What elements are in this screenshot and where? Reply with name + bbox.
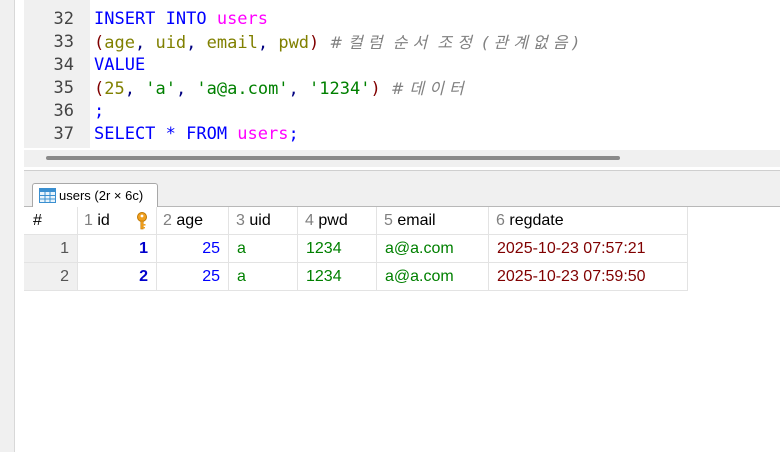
cell-pwd[interactable]: 1234	[298, 235, 377, 263]
code-token: uid	[155, 33, 187, 53]
column-header-pwd[interactable]: 4 pwd	[298, 207, 377, 235]
code-token: 'a@a.com'	[196, 79, 289, 99]
line-number: 32	[53, 9, 74, 29]
code-token: email	[206, 33, 258, 53]
code-token: SELECT * FROM	[94, 124, 238, 144]
column-header-age[interactable]: 2 age	[157, 207, 229, 235]
code-token: ,	[175, 79, 197, 99]
column-header-email[interactable]: 5 email	[377, 207, 489, 235]
cell-email[interactable]: a@a.com	[377, 235, 489, 263]
code-line[interactable]: 35 (25, 'a', 'a@a.com', '1234') # 데 이 터	[24, 77, 780, 100]
cell-id[interactable]: 2	[78, 263, 157, 291]
cell-regdate[interactable]: 2025-10-23 07:59:50	[489, 263, 688, 291]
cell-uid[interactable]: a	[229, 263, 298, 291]
line-number: 37	[53, 124, 74, 144]
column-header-regdate[interactable]: 6 regdate	[489, 207, 688, 235]
code-token: age	[104, 33, 135, 53]
sql-editor[interactable]: 32 INSERT INTO users 33 (age, uid, email, p…	[24, 0, 780, 148]
cell-age[interactable]: 25	[157, 235, 229, 263]
table-grid-icon	[39, 188, 56, 203]
code-token: ,	[257, 33, 279, 53]
code-token: VALUE	[94, 55, 146, 75]
cell-pwd[interactable]: 1234	[298, 263, 377, 291]
code-token: '1234'	[309, 79, 371, 99]
code-token: ,	[134, 33, 156, 53]
cell-age[interactable]: 25	[157, 263, 229, 291]
code-line[interactable]: 33 (age, uid, email, pwd) # 컬 럼 순 서 조 정 (…	[24, 31, 780, 54]
code-text: ;	[94, 100, 104, 123]
code-token: 'a'	[145, 79, 176, 99]
left-panel-edge	[0, 0, 15, 452]
cell-id[interactable]: 1	[78, 235, 157, 263]
code-token: INSERT INTO	[94, 9, 217, 29]
line-number: 36	[53, 101, 74, 121]
code-text: SELECT * FROM users;	[94, 123, 299, 146]
scrollbar-thumb[interactable]	[46, 156, 620, 160]
row-number[interactable]: 1	[24, 235, 78, 263]
code-token: users	[216, 9, 269, 29]
result-tab-bar: users (2r × 6c)	[24, 170, 780, 208]
code-token: (	[94, 79, 105, 99]
code-token: pwd	[278, 33, 310, 53]
row-number-header[interactable]: #	[24, 207, 78, 235]
row-number[interactable]: 2	[24, 263, 78, 291]
code-token: (	[94, 33, 105, 53]
result-tab-users[interactable]: users (2r × 6c)	[32, 183, 158, 208]
code-token: # 컬 럼 순 서 조 정 ( 관 계 없 음 )	[329, 33, 579, 52]
editor-horizontal-scrollbar[interactable]	[24, 150, 780, 167]
code-line[interactable]: 37 SELECT * FROM users;	[24, 123, 780, 146]
result-tab-label: users (2r × 6c)	[59, 188, 144, 203]
code-text: INSERT INTO users	[94, 8, 268, 31]
code-line[interactable]: 34 VALUE	[24, 54, 780, 77]
line-number: 34	[53, 55, 74, 75]
column-header-id[interactable]: 1 id	[78, 207, 157, 235]
code-token: ;	[288, 124, 299, 144]
code-token: )	[309, 33, 330, 53]
code-token: ,	[288, 79, 310, 99]
code-token: users	[237, 124, 289, 144]
code-text: VALUE	[94, 54, 145, 77]
column-header-uid[interactable]: 3 uid	[229, 207, 298, 235]
code-text: (25, 'a', 'a@a.com', '1234') # 데 이 터	[94, 77, 464, 101]
code-token: ,	[124, 79, 146, 99]
code-line[interactable]: 32 INSERT INTO users	[24, 8, 780, 31]
code-line[interactable]: 36;	[24, 100, 780, 123]
code-token: # 데 이 터	[390, 79, 464, 98]
cell-regdate[interactable]: 2025-10-23 07:57:21	[489, 235, 688, 263]
cell-uid[interactable]: a	[229, 235, 298, 263]
code-token: 25	[104, 79, 125, 99]
cell-email[interactable]: a@a.com	[377, 263, 489, 291]
primary-key-icon	[137, 212, 147, 230]
line-number: 35	[53, 78, 74, 98]
code-token: ,	[186, 33, 207, 53]
code-text: (age, uid, email, pwd) # 컬 럼 순 서 조 정 ( 관…	[94, 31, 579, 55]
code-token: ;	[94, 101, 105, 121]
code-token: )	[370, 79, 391, 99]
line-number: 33	[53, 32, 74, 52]
